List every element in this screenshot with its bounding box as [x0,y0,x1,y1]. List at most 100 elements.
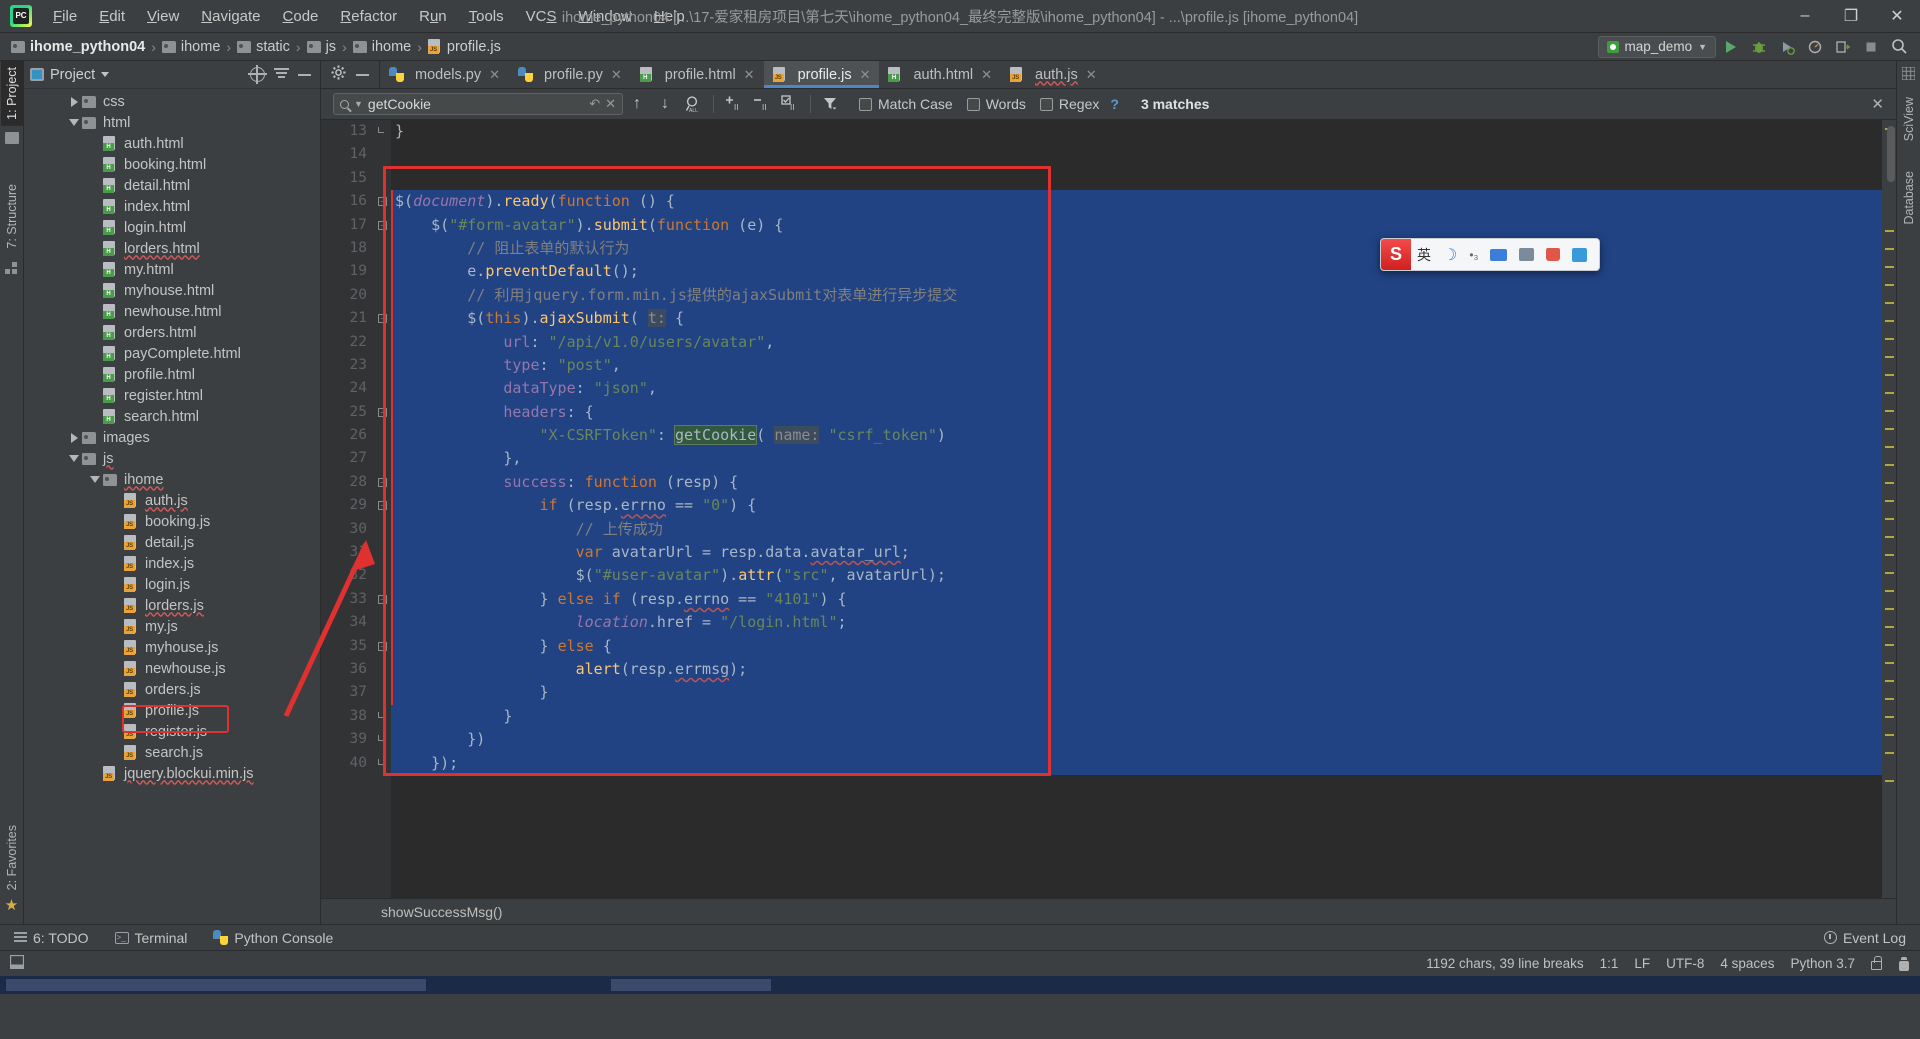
ime-wrench-icon[interactable] [1566,247,1593,262]
ime-keyboard-icon[interactable] [1484,248,1513,261]
tool-tab-sciview[interactable]: SciView [1898,91,1920,147]
code-line[interactable]: $("#form-avatar").submit(function (e) { [391,213,1882,237]
collapse-all-icon[interactable] [274,68,289,81]
close-tab-icon[interactable]: ✕ [744,67,755,83]
menu-item-run[interactable]: Run [408,4,458,29]
analysis-marker[interactable] [1885,410,1894,412]
analysis-marker[interactable] [1885,572,1894,574]
tree-item-profile-js[interactable]: JS profile.js [24,700,320,721]
editor-tab-models-py[interactable]: models.py ✕ [380,61,509,88]
tree-item-auth-html[interactable]: Hauth.html [24,133,320,154]
clear-search-icon[interactable]: ✕ [605,96,616,112]
tree-item-detail-js[interactable]: JS detail.js [24,532,320,553]
code-line[interactable]: alert(resp.errmsg); [391,657,1882,682]
code-line[interactable]: } [391,681,1882,705]
tree-item-html[interactable]: html [24,112,320,133]
interpreter-label[interactable]: Python 3.7 [1790,956,1855,971]
fold-start-icon[interactable]: − [378,197,387,207]
words-checkbox[interactable] [966,97,980,111]
tree-item-myhouse-js[interactable]: JS myhouse.js [24,637,320,658]
sciview-grid-icon[interactable] [1901,66,1916,85]
previous-occurrence-button[interactable]: ↑ [623,91,651,117]
breadcrumb-item-ihome-python04[interactable]: ihome_python04 [8,37,148,57]
taskbar-item[interactable] [611,979,771,991]
tree-item-booking-js[interactable]: JS booking.js [24,511,320,532]
editor-tab-auth-js[interactable]: JS auth.js ✕ [1001,61,1106,88]
attach-button[interactable] [1830,35,1856,59]
code-line[interactable]: } [391,120,1882,143]
analysis-marker[interactable] [1885,248,1894,250]
ime-toolbar[interactable]: S 英 ☽ •₃ [1380,238,1601,271]
tree-item-orders-js[interactable]: JS orders.js [24,679,320,700]
fold-end-icon[interactable] [378,712,384,718]
collapse-arrow-icon[interactable] [66,119,82,126]
code-line[interactable]: } else if (resp.errno == "4101") { [391,587,1882,612]
tree-item-index-html[interactable]: Hindex.html [24,196,320,217]
close-find-bar-button[interactable]: ✕ [1871,95,1890,113]
code-line[interactable]: e.preventDefault(); [391,260,1882,284]
fold-end-icon[interactable] [378,735,384,742]
analysis-marker[interactable] [1885,752,1894,754]
tree-item-lorders-js[interactable]: JS lorders.js [24,595,320,616]
minimize-button[interactable]: – [1782,0,1828,32]
menu-item-help[interactable]: Help [643,4,696,29]
tree-item-orders-html[interactable]: Horders.html [24,322,320,343]
tree-item-my-js[interactable]: JS my.js [24,616,320,637]
code-editor[interactable]: 13 14 15 16 17 18 19 20 21 22 23 24 25 26 27 28 29 30 31 32… [321,120,1896,898]
hide-panel-icon[interactable] [298,73,311,76]
run-coverage-button[interactable] [1774,35,1800,59]
tree-item-auth-js[interactable]: JS auth.js [24,490,320,511]
fold-start-icon[interactable]: − [378,595,387,604]
fold-end-icon[interactable] [378,758,384,765]
analysis-marker[interactable] [1885,662,1894,664]
tree-item-images[interactable]: images [24,427,320,448]
analysis-marker[interactable] [1885,446,1894,448]
code-line[interactable] [391,143,1882,166]
tree-item-booking-html[interactable]: Hbooking.html [24,154,320,175]
code-line[interactable] [391,167,1882,190]
regex-checkbox[interactable] [1039,97,1053,111]
analysis-marker[interactable] [1885,482,1894,484]
analysis-marker[interactable] [1885,554,1894,556]
sogou-logo-icon[interactable]: S [1381,239,1411,270]
tool-tab-project[interactable]: 1: Project [0,61,23,126]
breadcrumb-item-ihome[interactable]: ihome [159,37,224,57]
code-line[interactable]: success: function (resp) { [391,470,1882,495]
hide-editor-tabs-icon[interactable] [356,73,369,76]
regex-option[interactable]: Regex ? [1039,96,1119,112]
analysis-marker[interactable] [1885,500,1894,502]
code-line[interactable]: dataType: "json", [391,377,1882,401]
menu-item-window[interactable]: Window [568,4,643,29]
analysis-marker[interactable] [1885,698,1894,700]
analysis-marker[interactable] [1885,338,1894,340]
code-line[interactable]: // 上传成功 [391,517,1882,542]
code-line[interactable]: if (resp.errno == "0") { [391,494,1882,518]
expand-arrow-icon[interactable] [66,96,82,107]
menu-item-tools[interactable]: Tools [458,4,515,29]
inspection-icon[interactable] [1898,956,1910,971]
indent-label[interactable]: 4 spaces [1720,956,1774,971]
code-line[interactable]: }); [391,751,1882,775]
add-line-selection-button[interactable]: II [720,91,748,117]
code-line[interactable]: } else { [391,634,1882,658]
code-line[interactable]: var avatarUrl = resp.data.avatar_url; [391,541,1882,565]
analysis-marker[interactable] [1885,536,1894,538]
tool-window-todo[interactable]: 6: TODO [10,928,93,948]
analysis-marker[interactable] [1885,680,1894,682]
analysis-marker[interactable] [1885,780,1894,782]
analysis-marker-strip[interactable] [1882,120,1896,898]
match-case-checkbox[interactable] [859,97,872,111]
ime-mode-label[interactable]: 英 [1411,245,1437,265]
editor-tab-profile-html[interactable]: Hprofile.html ✕ [631,61,764,88]
event-log-button[interactable]: Event Log [1820,928,1910,948]
code-line[interactable]: headers: { [391,400,1882,425]
editor-tab-profile-js[interactable]: JS profile.js ✕ [763,61,880,88]
run-button[interactable] [1718,35,1744,59]
hide-all-windows-icon[interactable] [9,954,25,972]
line-separator-label[interactable]: LF [1634,956,1650,971]
profile-button[interactable] [1802,35,1828,59]
code-structure-breadcrumb[interactable]: showSuccessMsg() [321,898,1896,924]
breadcrumb-item-profile-js[interactable]: JS profile.js [425,37,504,57]
remove-line-selection-button[interactable]: II [748,91,776,117]
breadcrumb-item-ihome[interactable]: ihome [350,37,415,57]
